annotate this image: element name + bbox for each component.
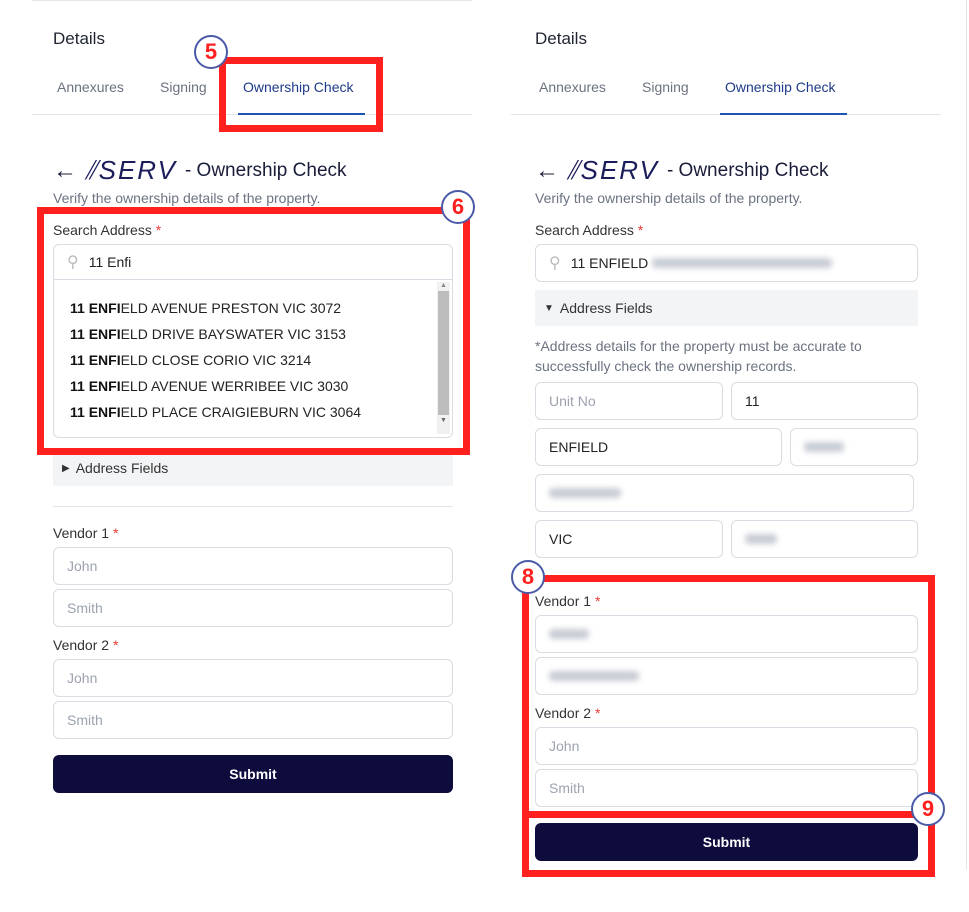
tab-ownership-check[interactable]: Ownership Check — [725, 79, 836, 95]
back-arrow-icon[interactable]: ← — [53, 157, 77, 185]
street-name-input[interactable]: ENFIELD — [535, 428, 782, 466]
vendor1-first-name-input[interactable]: John — [53, 547, 453, 585]
annotation-badge-9: 9 — [911, 792, 945, 826]
vendor1-label: Vendor 1 * — [53, 525, 119, 541]
redacted-text — [804, 442, 844, 452]
suburb-input[interactable] — [535, 474, 914, 512]
redacted-text — [745, 534, 777, 544]
redacted-text — [652, 258, 833, 268]
annotation-box-8 — [522, 575, 935, 818]
page-title: - Ownership Check — [184, 160, 347, 181]
vendor2-label: Vendor 2 * — [53, 637, 119, 653]
tab-signing[interactable]: Signing — [160, 79, 207, 95]
postcode-input[interactable] — [731, 520, 918, 558]
address-fields-toggle[interactable]: ▶ Address Fields — [53, 450, 453, 486]
annotation-box-5 — [219, 57, 383, 132]
divider — [53, 506, 453, 507]
active-tab-indicator — [720, 113, 847, 115]
caret-down-icon: ▼ — [544, 302, 554, 314]
search-address-input[interactable]: ⚲ 11 ENFIELD — [535, 244, 918, 282]
panel-border — [966, 0, 967, 870]
submit-button[interactable]: Submit — [53, 755, 453, 793]
page-title: - Ownership Check — [666, 160, 829, 181]
annotation-box-9 — [522, 811, 935, 877]
address-fields-toggle[interactable]: ▼ Address Fields — [535, 290, 918, 326]
address-note: *Address details for the property must b… — [535, 338, 862, 374]
details-heading: Details — [53, 29, 105, 48]
annotation-badge-8: 8 — [511, 560, 545, 594]
street-type-input[interactable] — [790, 428, 918, 466]
annotation-badge-6: 6 — [441, 190, 475, 224]
state-input[interactable]: VIC — [535, 520, 723, 558]
tab-annexures[interactable]: Annexures — [539, 79, 606, 95]
serv-logo: ⫽SERV — [85, 155, 177, 185]
annotation-box-6 — [37, 207, 470, 455]
street-number-input[interactable]: 11 — [731, 382, 918, 420]
unit-no-input[interactable]: Unit No — [535, 382, 723, 420]
top-divider — [32, 0, 472, 1]
serv-logo: ⫽SERV — [567, 155, 659, 185]
page-subtitle: Verify the ownership details of the prop… — [53, 190, 321, 206]
page-subtitle: Verify the ownership details of the prop… — [535, 190, 803, 206]
search-address-label: Search Address * — [535, 222, 644, 238]
caret-right-icon: ▶ — [62, 462, 70, 474]
tab-signing[interactable]: Signing — [642, 79, 689, 95]
vendor2-last-name-input[interactable]: Smith — [53, 701, 453, 739]
back-arrow-icon[interactable]: ← — [535, 157, 559, 185]
details-heading: Details — [535, 29, 587, 48]
search-icon: ⚲ — [549, 255, 561, 272]
annotation-badge-5: 5 — [194, 35, 228, 69]
vendor2-first-name-input[interactable]: John — [53, 659, 453, 697]
tab-annexures[interactable]: Annexures — [57, 79, 124, 95]
vendor1-last-name-input[interactable]: Smith — [53, 589, 453, 627]
redacted-text — [549, 488, 621, 498]
